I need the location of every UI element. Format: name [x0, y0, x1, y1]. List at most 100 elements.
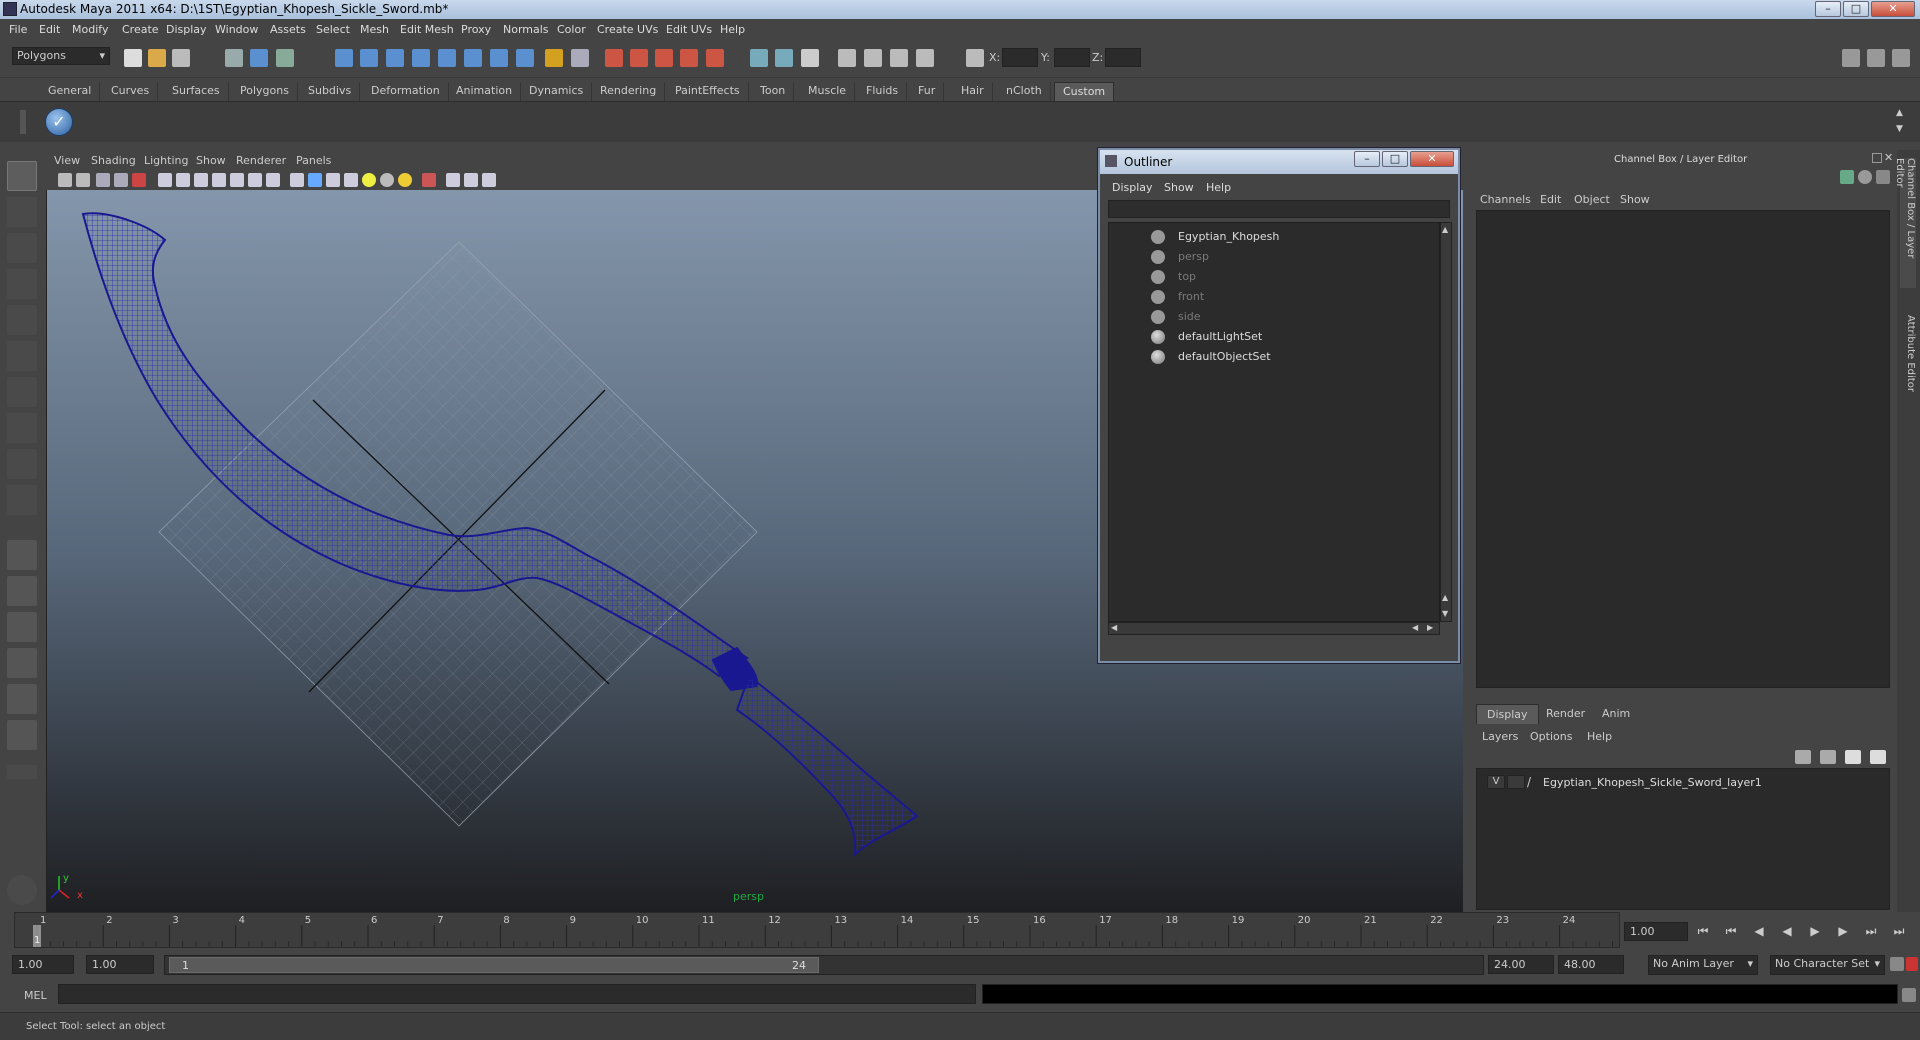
outliner-menu-display[interactable]: Display: [1112, 181, 1153, 194]
side-tab-attribute-editor[interactable]: Attribute Editor: [1900, 315, 1916, 405]
selected-light-icon[interactable]: [398, 173, 412, 187]
close-button[interactable]: ✕: [1871, 1, 1915, 17]
tab-fluids[interactable]: Fluids: [858, 82, 908, 101]
scroll-down-icon[interactable]: ▼: [1896, 124, 1908, 136]
outliner-filter-field[interactable]: [1108, 200, 1450, 218]
select-surfaces-icon[interactable]: [412, 49, 430, 67]
script-editor-icon[interactable]: [1902, 988, 1916, 1002]
persp-graph-hypergraph-layout-icon[interactable]: [7, 720, 37, 750]
share-icon[interactable]: [482, 173, 496, 187]
ipr-render-icon[interactable]: [890, 49, 908, 67]
snap-to-curves-icon[interactable]: [630, 49, 648, 67]
tab-custom[interactable]: Custom: [1054, 82, 1115, 101]
default-light-icon[interactable]: [362, 173, 376, 187]
go-to-end-icon[interactable]: ⏭: [1890, 922, 1908, 940]
auto-key-icon[interactable]: [1890, 957, 1904, 971]
question-icon[interactable]: [516, 49, 534, 67]
hud-icon[interactable]: [464, 173, 478, 187]
outliner-vertical-scrollbar[interactable]: ▲ ▲ ▼: [1440, 222, 1452, 622]
manipulator-icon[interactable]: [1840, 170, 1854, 184]
minimize-button[interactable]: –: [1815, 1, 1841, 17]
range-slider-handle[interactable]: 1 24: [169, 957, 819, 973]
time-slider[interactable]: 1 2 3 4 5 6 7 8 9 10 11 12 13 14 15 16 17 18 19 20 21 22 23 24 1: [14, 912, 1620, 948]
tab-painteffects[interactable]: PaintEffects: [667, 82, 749, 101]
menu-normals[interactable]: Normals: [503, 23, 549, 36]
render-view-icon[interactable]: [838, 49, 856, 67]
menu-select[interactable]: Select: [316, 23, 350, 36]
vp-menu-lighting[interactable]: Lighting: [144, 154, 188, 167]
menu-display[interactable]: Display: [166, 23, 207, 36]
vp-menu-panels[interactable]: Panels: [296, 154, 331, 167]
show-tool-settings-icon[interactable]: [1867, 49, 1885, 67]
check-icon[interactable]: ✓: [45, 108, 73, 136]
outliner-item[interactable]: top: [1109, 267, 1439, 287]
tab-rendering[interactable]: Rendering: [592, 82, 666, 101]
tab-dynamics[interactable]: Dynamics: [521, 82, 593, 101]
layer-type-toggle[interactable]: [1507, 775, 1525, 789]
all-lights-icon[interactable]: [380, 173, 394, 187]
vp-menu-view[interactable]: View: [54, 154, 80, 167]
tab-ncloth[interactable]: nCloth: [998, 82, 1051, 101]
preferences-icon[interactable]: [1906, 957, 1918, 971]
outliner-minimize-button[interactable]: –: [1354, 151, 1380, 167]
outliner-menu-help[interactable]: Help: [1206, 181, 1231, 194]
scroll-up-icon[interactable]: ▲: [1442, 593, 1450, 602]
select-handles-icon[interactable]: [335, 49, 353, 67]
bounding-box-icon[interactable]: [326, 173, 340, 187]
text-icon[interactable]: [266, 173, 280, 187]
outliner-item[interactable]: Egyptian_Khopesh: [1109, 227, 1439, 247]
menu-file[interactable]: File: [9, 23, 27, 36]
tab-animation[interactable]: Animation: [448, 82, 522, 101]
camera-attributes-icon[interactable]: [76, 173, 90, 187]
tab-polygons[interactable]: Polygons: [232, 82, 298, 101]
layout-more-icon[interactable]: [7, 765, 37, 779]
menu-assets[interactable]: Assets: [270, 23, 306, 36]
cb-menu-edit[interactable]: Edit: [1540, 193, 1561, 206]
menu-modify[interactable]: Modify: [72, 23, 108, 36]
animation-end-field[interactable]: 48.00: [1558, 955, 1624, 974]
tab-muscle[interactable]: Muscle: [800, 82, 856, 101]
playback-start-field[interactable]: 1.00: [86, 955, 154, 974]
soft-mod-tool-icon[interactable]: [7, 413, 37, 443]
outliner-titlebar[interactable]: Outliner – □ ✕: [1100, 150, 1458, 174]
snap-to-points-icon[interactable]: [655, 49, 673, 67]
show-channel-box-icon[interactable]: [1892, 49, 1910, 67]
tab-subdivs[interactable]: Subdivs: [300, 82, 361, 101]
select-dynamics-icon[interactable]: [464, 49, 482, 67]
tab-curves[interactable]: Curves: [103, 82, 159, 101]
menu-create[interactable]: Create: [122, 23, 159, 36]
tab-surfaces[interactable]: Surfaces: [164, 82, 229, 101]
shelf-menu-handle[interactable]: [20, 110, 26, 134]
menu-mesh[interactable]: Mesh: [360, 23, 389, 36]
checker-icon[interactable]: [344, 173, 358, 187]
play-forward-icon[interactable]: ▶: [1806, 922, 1824, 940]
output-ops-icon[interactable]: [775, 49, 793, 67]
outliner-item[interactable]: front: [1109, 287, 1439, 307]
z-field[interactable]: [1105, 48, 1141, 67]
rotate-tool-icon[interactable]: [7, 305, 37, 335]
select-by-object-icon[interactable]: [250, 49, 268, 67]
play-backward-icon[interactable]: ◀: [1778, 922, 1796, 940]
menu-window[interactable]: Window: [215, 23, 258, 36]
highlight-selection-icon[interactable]: [571, 49, 589, 67]
range-slider-track[interactable]: 1 24: [164, 955, 1484, 975]
save-scene-icon[interactable]: [172, 49, 190, 67]
move-layer-down-icon[interactable]: [1820, 750, 1836, 764]
manipulator-tool-icon[interactable]: [7, 377, 37, 407]
tab-general[interactable]: General: [40, 82, 101, 101]
close-panel-icon[interactable]: ✕: [1884, 151, 1893, 164]
outliner-item[interactable]: side: [1109, 307, 1439, 327]
vp-menu-show[interactable]: Show: [196, 154, 226, 167]
tab-fur[interactable]: Fur: [910, 82, 945, 101]
outliner-item[interactable]: persp: [1109, 247, 1439, 267]
film-gate-icon[interactable]: [132, 173, 146, 187]
side-tab-channel-box[interactable]: Channel Box / Layer Editor: [1894, 158, 1916, 288]
step-back-key-icon[interactable]: ⏮: [1722, 922, 1740, 940]
new-layer-selected-icon[interactable]: [1870, 750, 1886, 764]
outliner-item[interactable]: defaultLightSet: [1109, 327, 1439, 347]
snap-to-view-planes-icon[interactable]: [680, 49, 698, 67]
hyper-icon[interactable]: [1876, 170, 1890, 184]
animation-start-field[interactable]: 1.00: [12, 955, 74, 974]
playback-end-field[interactable]: 24.00: [1488, 955, 1554, 974]
select-deformations-icon[interactable]: [438, 49, 456, 67]
